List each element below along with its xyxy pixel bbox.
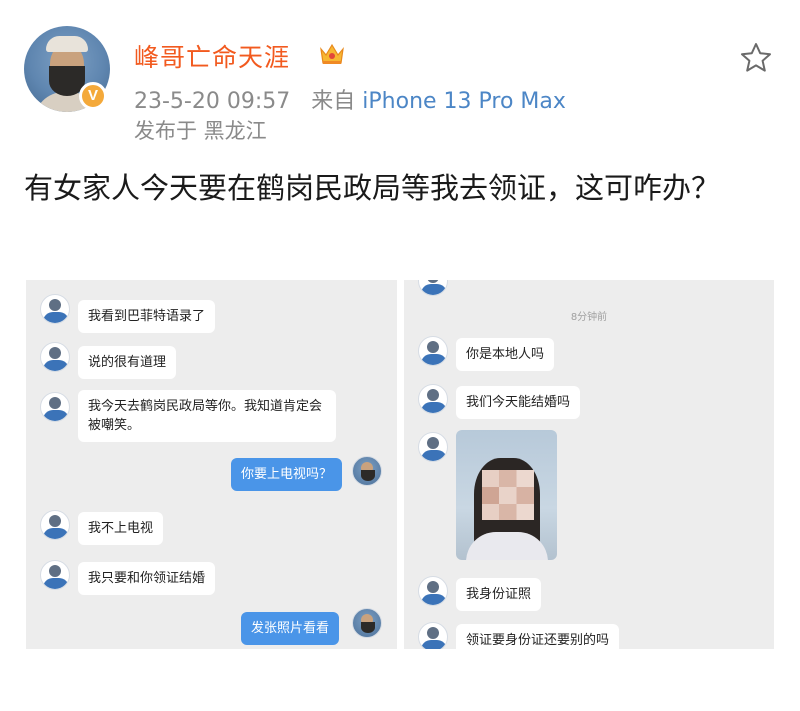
chat-bubble: 我身份证照 (456, 578, 542, 611)
chat-avatar-them (418, 384, 448, 414)
verified-badge-icon: V (79, 82, 107, 110)
chat-avatar-me (352, 456, 382, 486)
photo-mosaic-blur (482, 470, 534, 520)
avatar-cap (46, 36, 88, 52)
post-meta: 23-5-20 09:57 来自 iPhone 13 Pro Max (134, 83, 566, 115)
chat-avatar-them (40, 342, 70, 372)
chat-bubble-me: 发张照片看看 (241, 612, 340, 645)
chat-screenshot-left[interactable]: 我看到巴菲特语录了 说的很有道理 我今天去鹤岗民政局等你。我知道肯定会被嘲笑。 … (26, 280, 397, 649)
chat-timestamp: 8分钟前 (570, 312, 608, 323)
chat-bubble: 我只要和你领证结婚 (78, 562, 216, 595)
chat-avatar-them (40, 560, 70, 590)
chat-avatar-them (418, 280, 448, 296)
chat-bubble: 我不上电视 (78, 512, 164, 545)
post-timestamp: 23-5-20 09:57 (134, 89, 291, 114)
chat-bubble-me: 你要上电视吗？ (231, 458, 343, 491)
chat-bubble: 我看到巴菲特语录了 (78, 300, 216, 333)
author-username[interactable]: 峰哥亡命天涯 (134, 38, 290, 74)
id-photo-image[interactable] (456, 430, 557, 560)
post-text: 有女家人今天要在鹤岗民政局等我去领证，这可咋办？ (24, 171, 721, 205)
star-icon[interactable] (739, 41, 773, 75)
chat-bubble: 你是本地人吗 (456, 338, 555, 371)
chat-avatar-them (418, 576, 448, 606)
chat-bubble: 领证要身份证还要别的吗 (456, 624, 620, 649)
chat-screenshot-right[interactable]: 8分钟前 你是本地人吗 我们今天能结婚吗 我身份证照 领证要身份证还要别的吗 (404, 280, 774, 649)
chat-avatar-them (40, 294, 70, 324)
crown-icon (320, 43, 344, 64)
post-location: 发布于 黑龙江 (134, 119, 267, 143)
chat-bubble: 我今天去鹤岗民政局等你。我知道肯定会被嘲笑。 (78, 390, 336, 442)
chat-avatar-them (40, 392, 70, 422)
chat-bubble: 我们今天能结婚吗 (456, 386, 581, 419)
chat-avatar-me (352, 608, 382, 638)
chat-avatar-them (40, 510, 70, 540)
chat-bubble: 说的很有道理 (78, 346, 177, 379)
chat-avatar-them (418, 336, 448, 366)
source-prefix: 来自 (311, 89, 356, 114)
source-device[interactable]: iPhone 13 Pro Max (362, 89, 566, 114)
chat-avatar-them (418, 622, 448, 649)
chat-avatar-them (418, 432, 448, 462)
